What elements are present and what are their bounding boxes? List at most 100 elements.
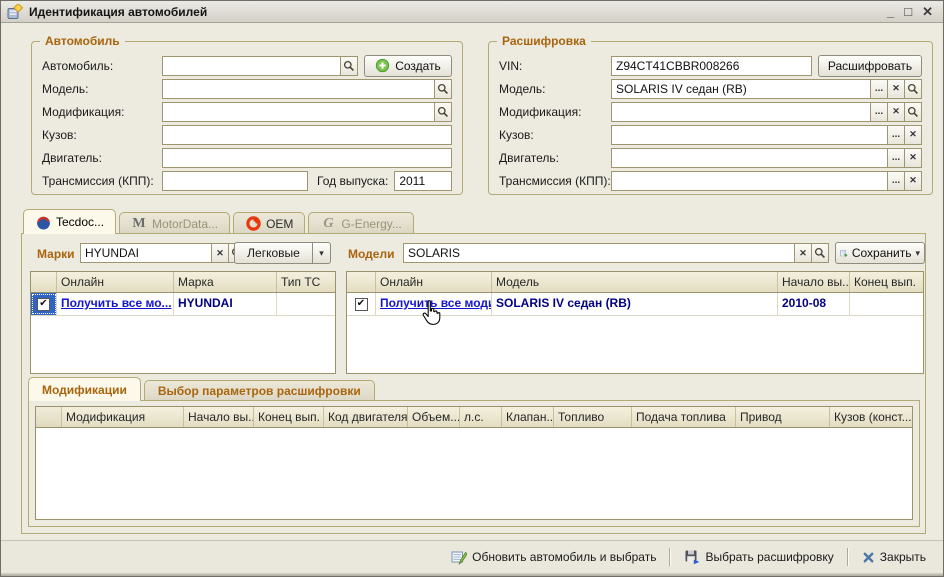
create-button-label: Создать [395,59,441,73]
brands-table-header: Онлайн Марка Тип ТС [31,272,335,293]
checkbox-checked-icon[interactable]: ✔ [355,298,368,311]
source-tabstrip: Tecdoc... M MotorData... OEM G G-Energy.… [23,210,414,234]
vehicle-type-value[interactable]: Легковые [234,242,313,264]
models-header-checkbox-column [347,272,376,292]
tab-motordata[interactable]: M MotorData... [119,212,230,234]
close-window-button[interactable]: Закрыть [858,547,930,567]
models-row-checkbox-cell[interactable]: ✔ [347,293,376,315]
tab-tecdoc[interactable]: Tecdoc... [23,209,116,234]
transmission-input[interactable] [162,171,308,191]
search-icon [437,106,449,118]
car-input[interactable] [162,56,341,76]
ellipsis-icon: ... [892,152,900,163]
vehicle-type-dropdown[interactable]: Легковые ▾ [234,242,331,264]
decode-transmission-label: Трансмиссия (КПП): [499,174,611,188]
update-car-and-select-label: Обновить автомобиль и выбрать [472,550,656,564]
oem-icon [245,216,261,232]
models-header-end: Конец вып. [850,272,923,292]
tecdoc-icon [35,214,51,230]
select-decode-button[interactable]: Выбрать расшифровку [680,546,837,568]
vin-label: VIN: [499,59,611,73]
brands-table: Онлайн Марка Тип ТС ✔ Получить все мо...… [30,271,336,374]
decode-body-label: Кузов: [499,128,611,142]
decode-modification-label: Модификация: [499,105,611,119]
get-all-modifications-link[interactable]: Получить все модиф... [380,296,492,310]
maximize-button[interactable]: □ [904,5,912,19]
decode-engine-choose-button[interactable]: ... [887,148,905,168]
brands-row-type-cell [277,293,335,315]
brands-header-type: Тип ТС [277,272,335,292]
decode-button[interactable]: Расшифровать [818,55,922,77]
decode-model-input[interactable] [611,79,871,99]
modifications-table-header: Модификация Начало вы... Конец вып. Код … [36,407,912,428]
models-clear-button[interactable]: ✕ [794,243,812,263]
decode-engine-clear-button[interactable]: ✕ [904,148,922,168]
vin-input[interactable] [611,56,812,76]
decode-transmission-input[interactable] [611,171,888,191]
car-search-button[interactable] [340,56,358,76]
update-car-and-select-button[interactable]: Обновить автомобиль и выбрать [447,546,660,568]
models-filter-input[interactable] [403,243,795,263]
decode-body-choose-button[interactable]: ... [887,125,905,145]
close-x-icon [862,551,875,564]
clear-icon: ✕ [799,248,807,259]
tab-motordata-label: MotorData... [152,217,218,231]
decode-model-choose-button[interactable]: ... [870,79,888,99]
close-button[interactable]: ✕ [922,5,933,19]
decode-engine-label: Двигатель: [499,151,611,165]
footer-bar: Обновить автомобиль и выбрать Выбрать ра… [1,541,943,573]
modification-input[interactable] [162,102,435,122]
decode-modification-search-button[interactable] [904,102,922,122]
mods-header-engine-code: Код двигателя [324,407,408,427]
brands-filter-input[interactable] [80,243,212,263]
tab-modifications[interactable]: Модификации [28,377,141,401]
brands-row-online-cell: Получить все мо... [57,293,174,315]
decode-button-label: Расшифровать [828,59,912,73]
decode-model-clear-button[interactable]: ✕ [887,79,905,99]
save-icon [840,246,848,261]
ellipsis-icon: ... [892,175,900,186]
decode-body-clear-button[interactable]: ✕ [904,125,922,145]
tab-genergy[interactable]: G G-Energy... [308,212,413,234]
models-search-button[interactable] [811,243,829,263]
brands-row-checkbox-cell[interactable]: ✔ [31,293,57,315]
close-button-label: Закрыть [880,550,926,564]
year-label: Год выпуска: [317,174,388,188]
clear-icon: ✕ [216,248,224,259]
decode-engine-input[interactable] [611,148,888,168]
brands-clear-button[interactable]: ✕ [211,243,229,263]
decode-body-input[interactable] [611,125,888,145]
engine-input[interactable] [162,148,452,168]
decode-model-search-button[interactable] [904,79,922,99]
decode-transmission-choose-button[interactable]: ... [887,171,905,191]
models-row-start-cell: 2010-08 [778,293,850,315]
mods-header-valves: Клапан... [502,407,554,427]
tab-decode-parameters[interactable]: Выбор параметров расшифровки [144,380,375,401]
body-input[interactable] [162,125,452,145]
model-input[interactable] [162,79,435,99]
checkbox-checked-icon[interactable]: ✔ [37,298,50,311]
save-button[interactable]: Сохранить ▾ [835,242,925,264]
decode-modification-choose-button[interactable]: ... [870,102,888,122]
engine-label: Двигатель: [42,151,162,165]
decode-modification-clear-button[interactable]: ✕ [887,102,905,122]
decode-modification-input[interactable] [611,102,871,122]
chevron-down-icon: ▾ [915,248,920,259]
brands-table-row: ✔ Получить все мо... HYUNDAI [31,293,335,316]
create-button[interactable]: Создать [364,55,452,77]
mods-header-end: Конец вып. [254,407,324,427]
save-button-label: Сохранить [852,246,912,260]
year-input[interactable] [394,171,452,191]
minimize-button[interactable]: _ [887,5,894,19]
tab-oem[interactable]: OEM [233,212,305,234]
ellipsis-icon: ... [892,129,900,140]
decode-transmission-clear-button[interactable]: ✕ [904,171,922,191]
ellipsis-icon: ... [875,106,883,117]
models-header-online: Онлайн [376,272,492,292]
decode-group: Расшифровка VIN: Расшифровать Модель: ..… [488,41,933,195]
modification-search-button[interactable] [434,102,452,122]
chevron-down-icon[interactable]: ▾ [313,242,331,264]
tecdoc-tab-page: Марки ✕ Легковые ▾ Модели ✕ Сохранить [21,233,926,534]
model-search-button[interactable] [434,79,452,99]
get-all-models-link[interactable]: Получить все мо... [61,296,172,310]
